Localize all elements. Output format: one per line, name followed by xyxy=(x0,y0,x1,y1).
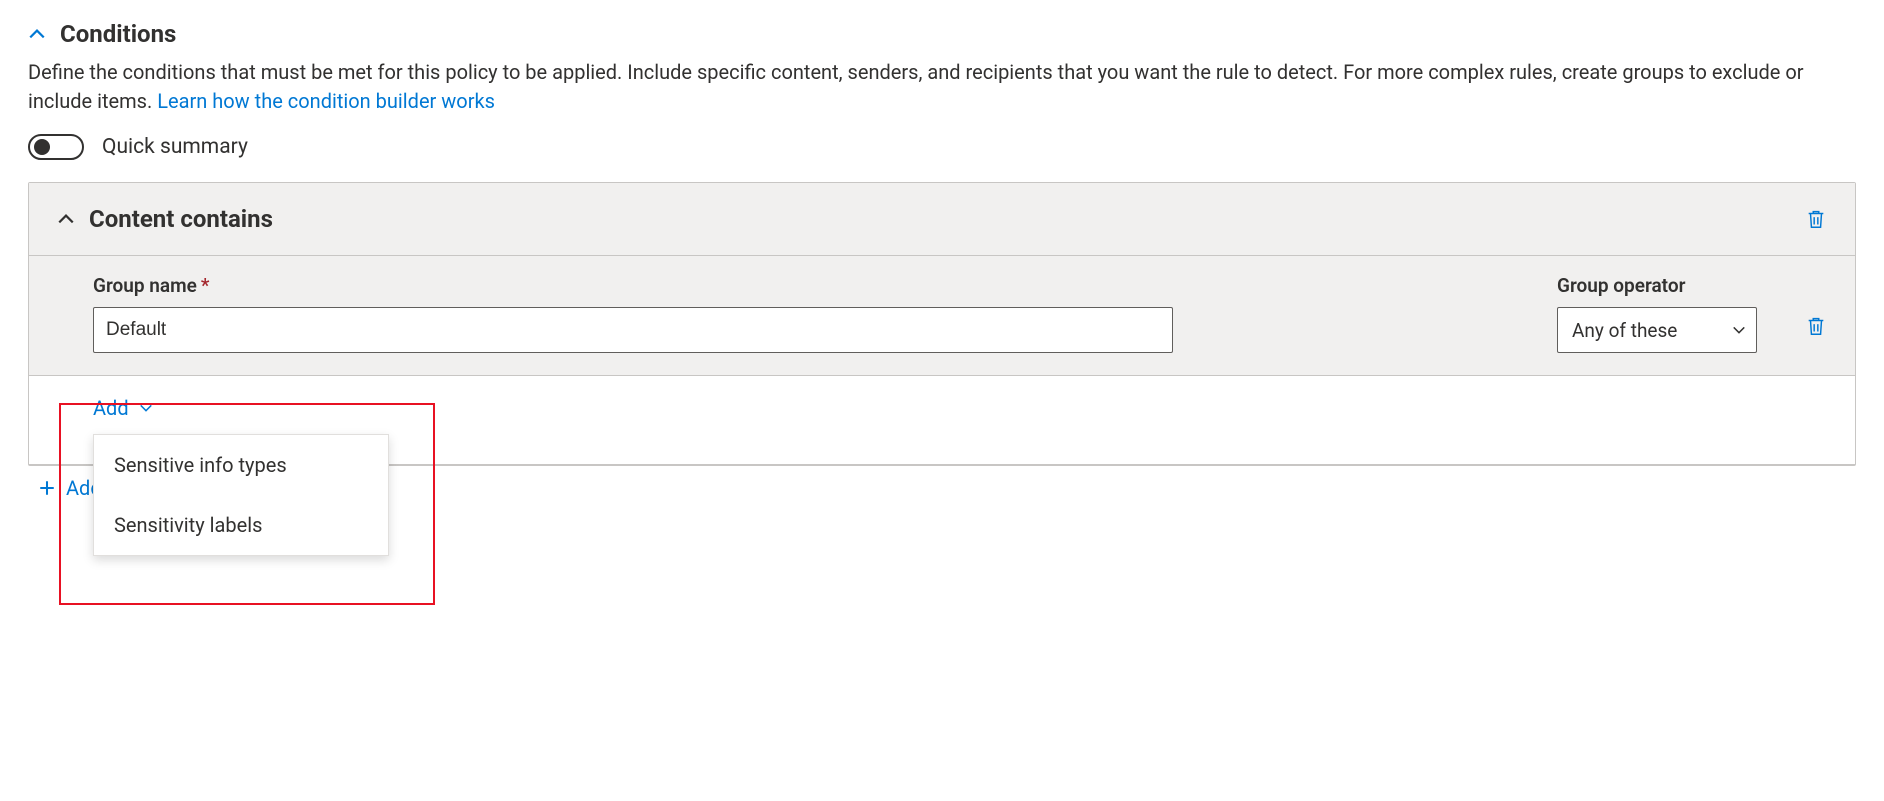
chevron-up-icon xyxy=(57,210,75,228)
group-operator-value: Any of these xyxy=(1572,319,1677,342)
group-operator-select[interactable]: Any of these xyxy=(1557,307,1757,353)
chevron-down-icon xyxy=(139,396,153,420)
toggle-knob xyxy=(34,139,50,155)
delete-panel-button[interactable] xyxy=(1805,207,1827,231)
group-name-label: Group name* xyxy=(93,274,1509,297)
conditions-section-header[interactable]: Conditions xyxy=(28,20,1856,48)
menu-item-sensitivity-labels[interactable]: Sensitivity labels xyxy=(94,495,388,555)
delete-group-button[interactable] xyxy=(1805,314,1827,338)
section-title: Conditions xyxy=(60,20,176,48)
content-contains-header[interactable]: Content contains xyxy=(29,183,1855,256)
plus-icon xyxy=(38,479,56,497)
quick-summary-label: Quick summary xyxy=(102,135,248,159)
add-content-row: Add Sensitive info types Sensitivity lab… xyxy=(29,376,1855,465)
quick-summary-toggle[interactable] xyxy=(28,134,84,160)
group-definition-row: Group name* Group operator Any of these xyxy=(29,256,1855,376)
required-indicator: * xyxy=(201,274,210,297)
section-description: Define the conditions that must be met f… xyxy=(28,58,1856,116)
add-label: Add xyxy=(93,396,129,420)
add-dropdown-menu: Sensitive info types Sensitivity labels xyxy=(93,434,389,556)
group-operator-label: Group operator xyxy=(1557,274,1757,297)
content-contains-panel: Content contains Group name* Group opera… xyxy=(28,182,1856,466)
chevron-down-icon xyxy=(1732,319,1746,342)
add-dropdown-button[interactable]: Add xyxy=(93,396,153,420)
menu-item-sensitive-info-types[interactable]: Sensitive info types xyxy=(94,435,388,495)
learn-link[interactable]: Learn how the condition builder works xyxy=(157,89,495,113)
panel-title: Content contains xyxy=(89,205,273,233)
chevron-up-icon xyxy=(28,25,46,43)
group-name-input[interactable] xyxy=(93,307,1173,353)
